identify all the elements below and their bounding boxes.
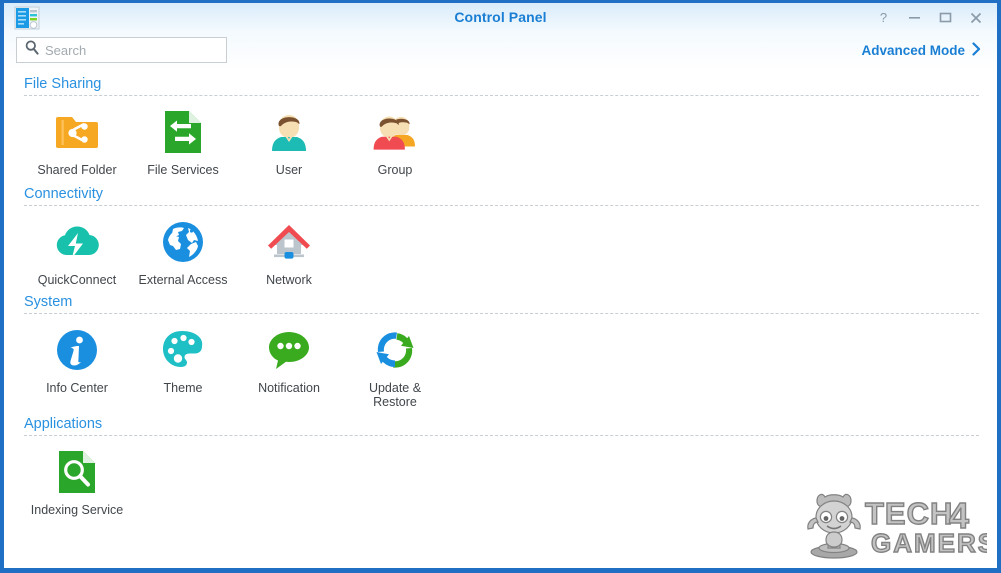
search-icon — [25, 40, 39, 60]
minimize-button[interactable] — [899, 5, 929, 31]
tile-label: Group — [377, 163, 413, 177]
tile-label: External Access — [138, 273, 228, 287]
tile-network[interactable]: Network — [236, 215, 342, 287]
tile-label: User — [275, 163, 303, 177]
chevron-right-icon — [972, 42, 981, 59]
section-title-file-sharing: File Sharing — [24, 76, 102, 92]
tile-update-restore[interactable]: Update & Restore — [342, 323, 448, 409]
update-restore-icon — [370, 325, 420, 375]
search-input[interactable] — [45, 42, 210, 58]
section-title-connectivity: Connectivity — [24, 186, 103, 202]
section-system: System Info Center Theme Notification Up… — [24, 289, 981, 409]
tile-label: Shared Folder — [37, 163, 117, 177]
tile-label: Update & Restore — [368, 381, 422, 409]
toolbar: Advanced Mode — [4, 32, 997, 71]
tile-label: Theme — [163, 381, 203, 395]
control-panel-content: File Sharing Shared Folder File Services… — [4, 71, 997, 568]
maximize-button[interactable] — [930, 5, 960, 31]
tile-file-services[interactable]: File Services — [130, 105, 236, 177]
svg-text:?: ? — [879, 11, 886, 25]
tile-quickconnect[interactable]: QuickConnect — [24, 215, 130, 287]
advanced-mode-link[interactable]: Advanced Mode — [861, 42, 981, 59]
external-access-icon — [158, 217, 208, 267]
close-button[interactable] — [961, 5, 991, 31]
network-icon — [264, 217, 314, 267]
section-applications: Applications Indexing Service — [24, 411, 981, 517]
tile-label: Info Center — [46, 381, 108, 395]
window-controls: ? — [868, 3, 991, 32]
notification-icon — [264, 325, 314, 375]
section-grid-system: Info Center Theme Notification Update & … — [24, 314, 981, 409]
user-icon — [264, 107, 314, 157]
section-grid-file-sharing: Shared Folder File Services User Group — [24, 96, 981, 179]
advanced-mode-label: Advanced Mode — [861, 43, 965, 58]
quickconnect-icon — [52, 217, 102, 267]
section-grid-applications: Indexing Service — [24, 436, 981, 517]
tile-shared-folder[interactable]: Shared Folder — [24, 105, 130, 177]
section-grid-connectivity: QuickConnect External Access Network — [24, 206, 981, 287]
help-button[interactable]: ? — [868, 5, 898, 31]
section-connectivity: Connectivity QuickConnect External Acces… — [24, 181, 981, 287]
info-center-icon — [52, 325, 102, 375]
tile-label: File Services — [147, 163, 219, 177]
tile-info-center[interactable]: Info Center — [24, 323, 130, 409]
tile-indexing-service[interactable]: Indexing Service — [24, 445, 130, 517]
tile-group[interactable]: Group — [342, 105, 448, 177]
tile-label: QuickConnect — [37, 273, 117, 287]
title-bar: Control Panel ? — [4, 3, 997, 33]
indexing-service-icon — [52, 447, 102, 497]
group-icon — [370, 107, 420, 157]
window-title: Control Panel — [454, 9, 547, 25]
section-title-system: System — [24, 294, 73, 310]
tile-label: Notification — [258, 381, 320, 395]
tile-theme[interactable]: Theme — [130, 323, 236, 409]
search-box[interactable] — [16, 37, 227, 63]
section-file-sharing: File Sharing Shared Folder File Services… — [24, 71, 981, 179]
tile-user[interactable]: User — [236, 105, 342, 177]
tile-external-access[interactable]: External Access — [130, 215, 236, 287]
theme-icon — [158, 325, 208, 375]
tile-label: Indexing Service — [30, 503, 124, 517]
file-services-icon — [158, 107, 208, 157]
control-panel-window: Control Panel ? Search Advanced Mode Fil… — [0, 0, 1001, 573]
section-title-applications: Applications — [24, 416, 103, 432]
tile-notification[interactable]: Notification — [236, 323, 342, 409]
shared-folder-icon — [52, 107, 102, 157]
tile-label: Network — [266, 273, 312, 287]
